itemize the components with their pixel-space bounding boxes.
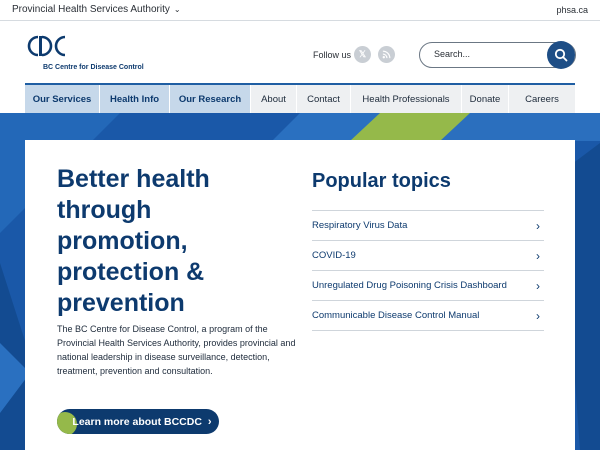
logo-text: BC Centre for Disease Control [43, 64, 144, 71]
search-input[interactable] [434, 49, 544, 59]
popular-topic-link[interactable]: Unregulated Drug Poisoning Crisis Dashbo… [312, 271, 544, 301]
popular-topic-link[interactable]: Communicable Disease Control Manual › [312, 301, 544, 331]
main-nav: Our Services Health Info Our Research Ab… [25, 83, 575, 113]
nav-health-info[interactable]: Health Info [100, 85, 170, 113]
bccdc-logo-icon [27, 35, 66, 57]
rss-icon[interactable] [378, 46, 395, 63]
x-icon[interactable]: 𝕏 [354, 46, 371, 63]
nav-careers[interactable]: Careers [509, 85, 575, 113]
hero-content-card: Better health through promotion, protect… [25, 140, 575, 450]
nav-health-professionals[interactable]: Health Professionals [351, 85, 462, 113]
popular-topics-list: Respiratory Virus Data › COVID-19 › Unre… [312, 210, 544, 331]
popular-topic-label: Respiratory Virus Data [312, 220, 408, 231]
headline-line: protection & [57, 258, 205, 286]
learn-more-label: Learn more about BCCDC [72, 415, 202, 428]
hero-description: The BC Centre for Disease Control, a pro… [57, 324, 296, 376]
org-dropdown[interactable]: Provincial Health Services Authority ⌄ [12, 4, 181, 15]
popular-topics-title: Popular topics [312, 170, 451, 192]
learn-more-button[interactable]: Learn more about BCCDC › [57, 409, 219, 434]
bccdc-logo[interactable]: BC Centre for Disease Control [25, 34, 145, 74]
chevron-down-icon: ⌄ [173, 5, 181, 14]
nav-contact[interactable]: Contact [297, 85, 351, 113]
chevron-right-icon: › [536, 308, 540, 323]
popular-topic-link[interactable]: COVID-19 › [312, 241, 544, 271]
popular-topic-link[interactable]: Respiratory Virus Data › [312, 211, 544, 241]
search-button[interactable] [547, 41, 575, 69]
phsa-link[interactable]: phsa.ca [556, 5, 588, 15]
chevron-right-icon: › [207, 415, 212, 428]
hero-headline: Better health through promotion, protect… [57, 164, 247, 319]
top-utility-bar: Provincial Health Services Authority ⌄ p… [0, 0, 600, 21]
headline-line: Better health [57, 165, 210, 193]
chevron-right-icon: › [536, 248, 540, 263]
headline-line: promotion, [57, 227, 188, 255]
org-dropdown-label: Provincial Health Services Authority [12, 4, 170, 15]
headline-line: through [57, 196, 152, 224]
popular-topic-label: COVID-19 [312, 250, 356, 261]
nav-our-services[interactable]: Our Services [25, 85, 100, 113]
headline-line: prevention [57, 289, 185, 317]
search-box [419, 41, 576, 69]
chevron-right-icon: › [536, 218, 540, 233]
search-icon [554, 48, 568, 62]
popular-topic-label: Unregulated Drug Poisoning Crisis Dashbo… [312, 280, 507, 291]
chevron-right-icon: › [536, 278, 540, 293]
nav-about[interactable]: About [251, 85, 297, 113]
nav-our-research[interactable]: Our Research [170, 85, 251, 113]
follow-us-label: Follow us [313, 50, 352, 60]
popular-topic-label: Communicable Disease Control Manual [312, 310, 480, 321]
nav-donate[interactable]: Donate [462, 85, 509, 113]
